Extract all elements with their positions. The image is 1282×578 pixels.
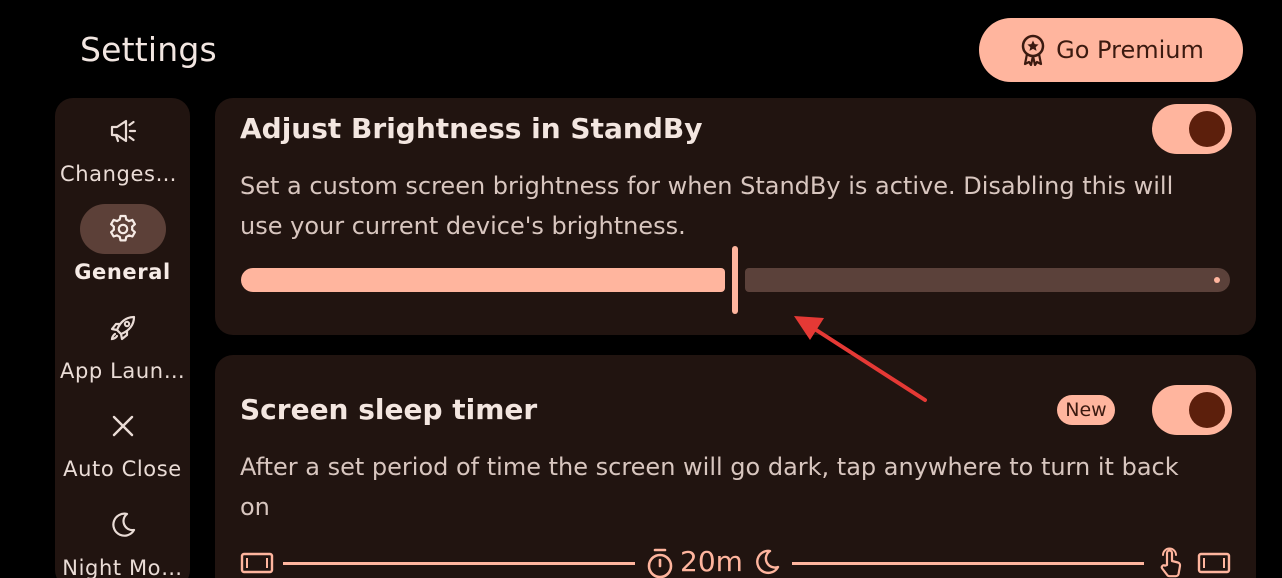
timer-line-right <box>792 562 1144 565</box>
gear-icon <box>109 214 136 242</box>
brightness-title: Adjust Brightness in StandBy <box>240 112 703 145</box>
sidebar-item-label: Changes[… <box>60 162 185 186</box>
brightness-description: Set a custom screen brightness for when … <box>240 172 1174 240</box>
sleep-timer-bar[interactable]: 20m <box>215 545 1256 578</box>
sidebar-item-app-launch[interactable]: App Laun… <box>55 303 190 383</box>
brightness-toggle[interactable] <box>1152 104 1232 154</box>
sleep-timer-card: Screen sleep timer New After a set perio… <box>215 355 1256 578</box>
sleep-timer-title: Screen sleep timer <box>240 393 538 426</box>
slider-handle[interactable] <box>732 246 738 314</box>
slider-inactive-track <box>745 268 1230 292</box>
screen-icon <box>240 552 274 574</box>
timer-value: 20m <box>680 545 743 578</box>
rocket-icon <box>110 315 135 341</box>
moon-icon <box>756 549 780 574</box>
sidebar-item-changes[interactable]: Changes[… <box>55 106 190 186</box>
close-icon <box>112 415 133 437</box>
sidebar-item-label: Night Mo… <box>62 556 183 578</box>
sidebar-rail: Changes[… General App Laun… Auto Close N… <box>55 98 190 578</box>
award-icon <box>1021 34 1045 66</box>
touch-icon <box>1160 547 1182 578</box>
page-title: Settings <box>80 30 217 69</box>
go-premium-button[interactable]: Go Premium <box>979 18 1243 82</box>
brightness-slider[interactable] <box>240 246 1230 316</box>
slider-stop-indicator <box>1214 277 1220 283</box>
brightness-card: Adjust Brightness in StandBy Set a custo… <box>215 98 1256 335</box>
toggle-knob <box>1189 111 1225 147</box>
sidebar-item-night-mode[interactable]: Night Mo… <box>55 500 190 578</box>
toggle-knob <box>1189 392 1225 428</box>
sidebar-item-auto-close[interactable]: Auto Close <box>55 401 190 481</box>
screen-icon <box>1197 552 1231 574</box>
slider-active-track <box>241 268 725 292</box>
go-premium-label: Go Premium <box>1056 36 1204 64</box>
new-badge: New <box>1057 395 1115 425</box>
sidebar-item-general[interactable]: General <box>55 204 190 284</box>
sidebar-item-label: General <box>74 260 171 284</box>
app-root: Settings Go Premium Changes[… General Ap… <box>0 0 1282 578</box>
sidebar-item-label: Auto Close <box>63 457 182 481</box>
stopwatch-icon <box>647 548 673 578</box>
sleep-timer-description: After a set period of time the screen wi… <box>240 453 1179 521</box>
timer-line-left <box>283 562 635 565</box>
moon-icon <box>111 512 135 537</box>
megaphone-icon <box>110 119 136 143</box>
sleep-timer-toggle[interactable] <box>1152 385 1232 435</box>
sidebar-item-label: App Laun… <box>60 359 185 383</box>
